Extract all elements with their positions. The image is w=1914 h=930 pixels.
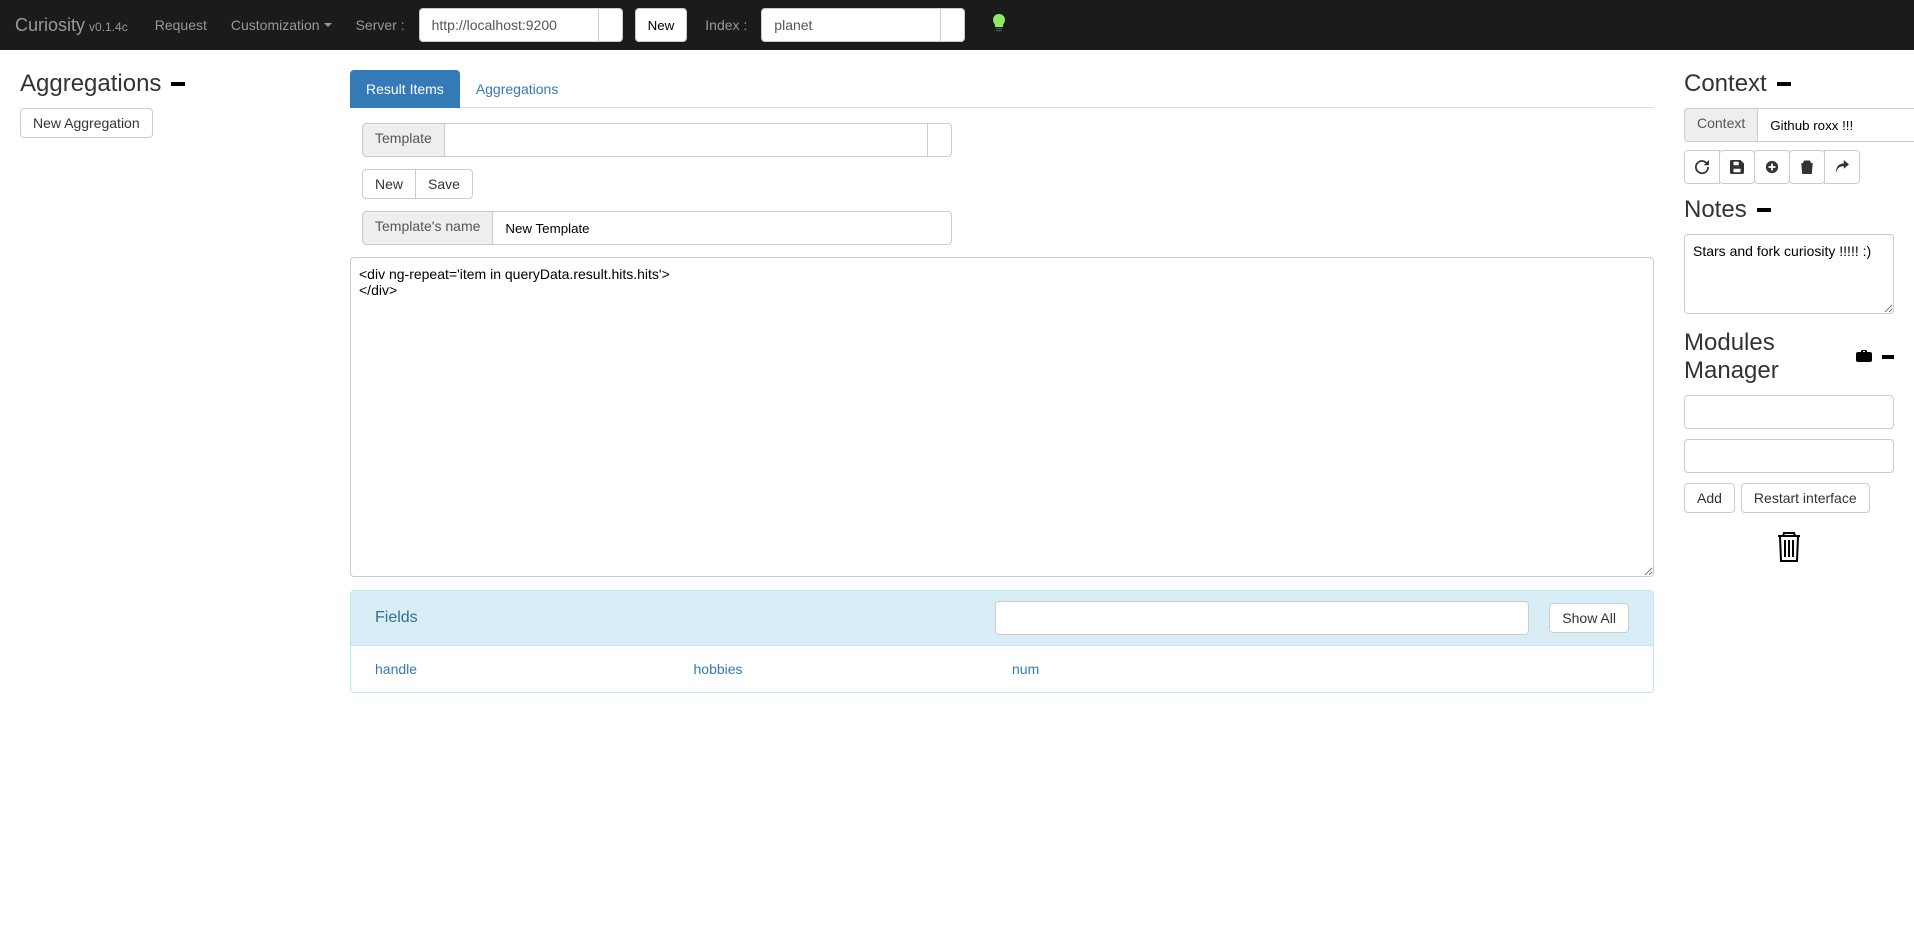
left-sidebar: Aggregations New Aggregation (10, 60, 330, 703)
template-name-label: Template's name (362, 211, 493, 245)
index-label: Index : (693, 17, 755, 33)
context-toolbar (1684, 150, 1894, 184)
brand[interactable]: Curiosity v0.1.4c (15, 15, 128, 36)
new-aggregation-button[interactable]: New Aggregation (20, 108, 153, 138)
modules-heading: Modules Manager (1684, 329, 1894, 385)
main-content: Result Items Aggregations Template New S… (340, 60, 1664, 703)
index-input[interactable] (761, 8, 941, 42)
context-label: Context (1684, 108, 1758, 142)
fields-title: Fields (375, 609, 975, 627)
tab-result-items[interactable]: Result Items (350, 70, 460, 108)
brand-name: Curiosity (15, 15, 85, 36)
template-new-button[interactable]: New (362, 169, 416, 199)
notes-heading: Notes (1684, 196, 1894, 224)
context-input[interactable] (1758, 108, 1914, 142)
refresh-button[interactable] (1684, 150, 1720, 184)
server-dropdown-toggle[interactable] (599, 8, 623, 42)
template-select-input[interactable] (445, 123, 928, 157)
template-name-group: Template's name (362, 211, 952, 245)
template-code-textarea[interactable]: <div ng-repeat='item in queryData.result… (350, 257, 1654, 577)
minus-icon[interactable] (1882, 355, 1894, 359)
server-input-group (419, 8, 623, 42)
bulb-icon[interactable] (991, 13, 1007, 38)
server-label: Server : (344, 17, 413, 33)
fields-panel: Fields Show All handle hobbies num (350, 590, 1654, 693)
minus-icon[interactable] (1757, 208, 1771, 212)
fields-panel-heading: Fields Show All (351, 591, 1653, 646)
field-link[interactable]: hobbies (694, 661, 743, 677)
nav-customization[interactable]: Customization (219, 0, 344, 50)
delete-button[interactable] (1789, 150, 1825, 184)
trash-icon (1774, 528, 1804, 564)
template-label: Template (362, 123, 445, 157)
template-name-input[interactable] (493, 211, 952, 245)
add-button[interactable] (1754, 150, 1790, 184)
navbar: Curiosity v0.1.4c Request Customization … (0, 0, 1914, 50)
notes-textarea[interactable]: Stars and fork curiosity !!!!! :) (1684, 234, 1894, 314)
field-link[interactable]: num (1012, 661, 1039, 677)
brand-version: v0.1.4c (89, 20, 128, 34)
share-button[interactable] (1824, 150, 1860, 184)
save-icon (1730, 160, 1744, 174)
template-save-button[interactable]: Save (415, 169, 473, 199)
caret-icon (324, 23, 332, 27)
module-actions: Add Restart interface (1684, 483, 1894, 513)
save-button[interactable] (1719, 150, 1755, 184)
fields-filter-input[interactable] (995, 601, 1529, 635)
context-heading: Context (1684, 70, 1894, 98)
right-sidebar: Context Context Notes (1674, 60, 1904, 703)
nav-request[interactable]: Request (143, 0, 219, 50)
template-dropdown-toggle[interactable] (928, 123, 952, 157)
plus-circle-icon (1765, 160, 1779, 174)
module-input-2[interactable] (1684, 439, 1894, 473)
tab-aggregations[interactable]: Aggregations (460, 70, 575, 108)
server-input[interactable] (419, 8, 599, 42)
tabs: Result Items Aggregations (350, 70, 1654, 108)
module-add-button[interactable]: Add (1684, 483, 1735, 513)
index-input-group (761, 8, 965, 42)
template-actions: New Save (362, 169, 473, 199)
module-trash[interactable] (1684, 528, 1894, 567)
show-all-button[interactable]: Show All (1549, 603, 1629, 633)
fields-list: handle hobbies num (351, 646, 1653, 692)
briefcase-icon (1856, 343, 1872, 371)
minus-icon[interactable] (1777, 82, 1791, 86)
minus-icon[interactable] (171, 82, 185, 86)
field-link[interactable]: handle (375, 661, 417, 677)
aggregations-heading: Aggregations (20, 70, 320, 98)
module-input-1[interactable] (1684, 395, 1894, 429)
template-select-group: Template (362, 123, 952, 157)
index-dropdown-toggle[interactable] (941, 8, 965, 42)
restart-interface-button[interactable]: Restart interface (1741, 483, 1870, 513)
share-icon (1835, 160, 1849, 174)
new-server-button[interactable]: New (635, 8, 688, 42)
trash-icon (1800, 160, 1814, 174)
refresh-icon (1695, 160, 1709, 174)
context-input-group: Context (1684, 108, 1894, 142)
